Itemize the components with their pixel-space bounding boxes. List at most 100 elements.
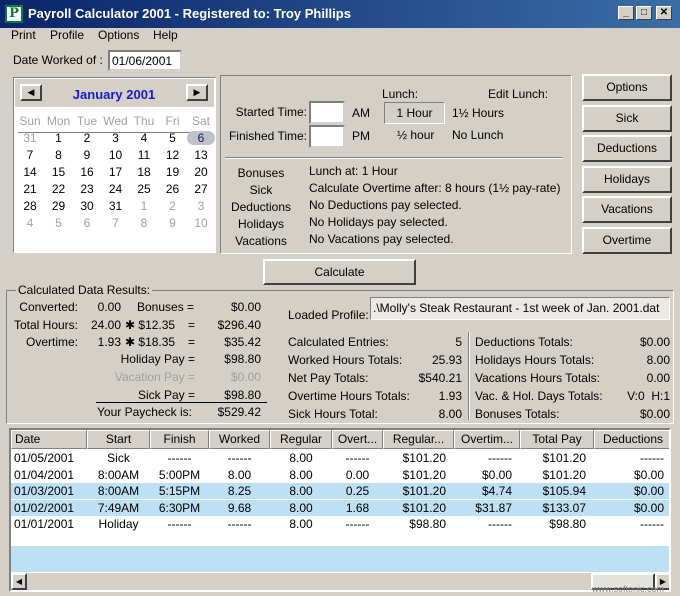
calendar-day[interactable]: 21 xyxy=(16,182,44,196)
column-header[interactable]: Regular... xyxy=(383,430,454,449)
calendar-day[interactable]: 1 xyxy=(45,131,73,145)
column-header[interactable]: Deductions xyxy=(594,430,669,449)
summary-deductions-button[interactable]: Deductions xyxy=(221,200,301,214)
horizontal-scrollbar[interactable]: ◀ ▶ xyxy=(11,572,669,590)
calendar-day[interactable]: 25 xyxy=(130,182,158,196)
table-row[interactable]: 01/01/2001 Holiday ------ ------ 8.00 ------ $… xyxy=(11,516,669,532)
calendar-day[interactable]: 29 xyxy=(45,199,73,213)
column-header[interactable]: Date xyxy=(11,430,87,449)
calendar-day-selected[interactable]: 6 xyxy=(187,131,215,145)
summary-bonuses-button[interactable]: Bonuses xyxy=(221,166,301,180)
table-row[interactable]: 01/04/2001 8:00AM 5:00PM 8.00 8.00 0.00 $101.2… xyxy=(11,467,669,483)
calendar-day[interactable]: 13 xyxy=(187,148,215,162)
column-header[interactable]: Overt... xyxy=(332,430,383,449)
options-button[interactable]: Options xyxy=(582,74,672,101)
date-worked-input[interactable]: 01/06/2001 xyxy=(108,50,182,71)
lunch-option-1-5-hours[interactable]: 1½ Hours xyxy=(452,106,504,120)
column-header[interactable]: Finish xyxy=(150,430,209,449)
table-cell: Sick xyxy=(107,451,130,465)
finished-time-input[interactable] xyxy=(309,125,345,148)
table-cell: 8.00 xyxy=(227,467,252,482)
calendar-day[interactable]: 15 xyxy=(45,165,73,179)
calendar-day[interactable]: 4 xyxy=(16,216,44,230)
table-cell: $0.00 xyxy=(481,467,512,482)
scroll-left-button[interactable]: ◀ xyxy=(11,573,27,590)
started-time-input[interactable] xyxy=(309,101,345,124)
table-cell: 8.00 xyxy=(289,451,313,465)
maximize-button[interactable]: □ xyxy=(636,6,652,20)
table-cell: $31.87 xyxy=(475,500,512,515)
totals-value: 8.00 xyxy=(438,407,462,421)
table-row[interactable]: 01/02/2001 7:49AM 6:30PM 9.68 8.00 1.68 $101.2… xyxy=(11,499,669,516)
calendar-day[interactable]: 4 xyxy=(130,131,158,145)
calendar-day[interactable]: 5 xyxy=(159,131,187,145)
calendar-day[interactable]: 7 xyxy=(102,216,130,230)
calendar-day[interactable]: 14 xyxy=(16,165,44,179)
calendar-day[interactable]: 27 xyxy=(187,182,215,196)
calendar-day[interactable]: 20 xyxy=(187,165,215,179)
calendar-day[interactable]: 9 xyxy=(73,148,101,162)
vacations-button[interactable]: Vacations xyxy=(582,196,672,224)
calendar-day[interactable]: 19 xyxy=(159,165,187,179)
column-header[interactable]: Start xyxy=(87,430,150,449)
column-header[interactable]: Total Pay xyxy=(520,430,594,449)
calendar-day[interactable]: 16 xyxy=(73,165,101,179)
minimize-button[interactable]: _ xyxy=(618,6,634,20)
calendar-day[interactable]: 2 xyxy=(73,131,101,145)
next-month-button[interactable]: ▶ xyxy=(186,84,208,101)
column-header[interactable]: Worked xyxy=(209,430,270,449)
calendar-day[interactable]: 12 xyxy=(159,148,187,162)
table-row[interactable]: 01/05/2001 Sick ------ ------ 8.00 ------ $101… xyxy=(11,450,669,466)
totals-value: 25.93 xyxy=(431,353,462,367)
calendar-day[interactable]: 10 xyxy=(102,148,130,162)
lunch-option-no-lunch[interactable]: No Lunch xyxy=(452,128,503,142)
menu-help[interactable]: Help xyxy=(153,28,178,42)
summary-vacations-button[interactable]: Vacations xyxy=(221,234,301,248)
summary-sick-button[interactable]: Sick xyxy=(221,183,301,197)
equals-sign: = xyxy=(188,318,196,332)
menu-options[interactable]: Options xyxy=(98,28,139,42)
column-header[interactable]: Regular xyxy=(270,430,332,449)
calendar-day[interactable]: 30 xyxy=(73,199,101,213)
menu-profile[interactable]: Profile xyxy=(50,28,84,42)
calendar-day[interactable]: 31 xyxy=(102,199,130,213)
calculate-button[interactable]: Calculate xyxy=(263,259,416,285)
calendar-day[interactable]: 28 xyxy=(16,199,44,213)
calendar-day[interactable]: 26 xyxy=(159,182,187,196)
pm-label: PM xyxy=(352,129,370,143)
sick-pay-label: Sick Pay = xyxy=(137,388,195,402)
calendar-day[interactable]: 17 xyxy=(102,165,130,179)
calendar-day[interactable]: 6 xyxy=(73,216,101,230)
close-button[interactable]: ✕ xyxy=(656,6,672,20)
calendar-day[interactable]: 2 xyxy=(159,199,187,213)
prev-month-button[interactable]: ◀ xyxy=(20,84,42,101)
calendar-day[interactable]: 3 xyxy=(187,199,215,213)
holidays-button[interactable]: Holidays xyxy=(582,165,672,193)
calendar-day[interactable]: 24 xyxy=(102,182,130,196)
calendar-day[interactable]: 22 xyxy=(45,182,73,196)
column-header[interactable]: Overtim... xyxy=(454,430,520,449)
sick-button[interactable]: Sick xyxy=(582,104,672,132)
calendar-day[interactable]: 5 xyxy=(45,216,73,230)
calendar-day[interactable]: 8 xyxy=(130,216,158,230)
lunch-option-1-hour[interactable]: 1 Hour xyxy=(384,102,445,124)
calendar-day[interactable]: 8 xyxy=(45,148,73,162)
calendar-day[interactable]: 11 xyxy=(130,148,158,162)
calendar-day[interactable]: 1 xyxy=(130,199,158,213)
calendar-day[interactable]: 7 xyxy=(16,148,44,162)
deductions-button[interactable]: Deductions xyxy=(582,135,672,163)
calendar-day[interactable]: 9 xyxy=(159,216,187,230)
calendar-day[interactable]: 10 xyxy=(187,216,215,230)
calendar-day[interactable]: 31 xyxy=(16,131,44,145)
lunch-option-half-hour[interactable]: ½ hour xyxy=(397,128,434,142)
calendar-day[interactable]: 18 xyxy=(130,165,158,179)
day-of-week-mon: Mon xyxy=(46,114,71,128)
calendar-day[interactable]: 23 xyxy=(73,182,101,196)
table-cell: 9.68 xyxy=(227,500,252,515)
table-row[interactable]: 01/03/2001 8:00AM 5:15PM 8.25 8.00 0.25 $101.2… xyxy=(11,483,669,499)
menu-print[interactable]: Print xyxy=(11,28,36,42)
overtime-button[interactable]: Overtime xyxy=(582,227,672,254)
table-cell: $101.20 xyxy=(402,467,446,482)
calendar-day[interactable]: 3 xyxy=(102,131,130,145)
summary-holidays-button[interactable]: Holidays xyxy=(221,217,301,231)
